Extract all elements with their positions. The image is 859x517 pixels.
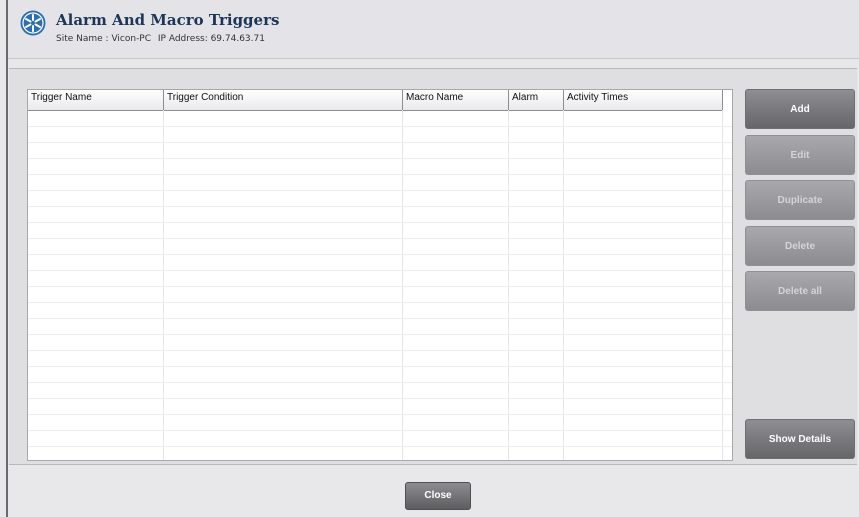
show-details-button[interactable]: Show Details bbox=[745, 419, 855, 459]
table-row bbox=[28, 287, 732, 303]
column-header-alarm[interactable]: Alarm bbox=[509, 90, 564, 110]
table-row bbox=[28, 367, 732, 383]
table-row bbox=[28, 447, 732, 460]
table-row bbox=[28, 111, 732, 127]
site-name-label: Site Name : Vicon-PC bbox=[56, 34, 152, 44]
table-row bbox=[28, 335, 732, 351]
table-row bbox=[28, 207, 732, 223]
table-row bbox=[28, 223, 732, 239]
edit-button[interactable]: Edit bbox=[745, 135, 855, 175]
table-row bbox=[28, 191, 732, 207]
table-row bbox=[28, 175, 732, 191]
column-header-activity-times[interactable]: Activity Times bbox=[564, 90, 723, 110]
table-row bbox=[28, 351, 732, 367]
duplicate-button[interactable]: Duplicate bbox=[745, 180, 855, 220]
delete-button[interactable]: Delete bbox=[745, 226, 855, 266]
dialog-header: Alarm And Macro Triggers Site Name : Vic… bbox=[8, 0, 859, 59]
window-left-border bbox=[6, 0, 8, 517]
table-row bbox=[28, 383, 732, 399]
table-row bbox=[28, 159, 732, 175]
delete-all-button[interactable]: Delete all bbox=[745, 271, 855, 311]
table-header: Trigger Name Trigger Condition Macro Nam… bbox=[28, 90, 723, 111]
column-header-trigger-name[interactable]: Trigger Name bbox=[28, 90, 164, 110]
table-row bbox=[28, 431, 732, 447]
add-button[interactable]: Add bbox=[745, 89, 855, 129]
vicon-logo-icon bbox=[20, 10, 46, 36]
table-row bbox=[28, 127, 732, 143]
close-button[interactable]: Close bbox=[405, 482, 471, 510]
table-row bbox=[28, 319, 732, 335]
column-header-trigger-condition[interactable]: Trigger Condition bbox=[164, 90, 403, 110]
content-panel: Trigger Name Trigger Condition Macro Nam… bbox=[9, 68, 857, 465]
table-row bbox=[28, 239, 732, 255]
triggers-table[interactable]: Trigger Name Trigger Condition Macro Nam… bbox=[27, 89, 733, 461]
table-row bbox=[28, 303, 732, 319]
table-row bbox=[28, 255, 732, 271]
page-title: Alarm And Macro Triggers bbox=[56, 11, 280, 29]
site-info: Site Name : Vicon-PC IP Address: 69.74.6… bbox=[56, 34, 269, 44]
column-header-macro-name[interactable]: Macro Name bbox=[403, 90, 509, 110]
table-row bbox=[28, 399, 732, 415]
alarm-macro-triggers-window: Alarm And Macro Triggers Site Name : Vic… bbox=[0, 0, 859, 517]
table-body bbox=[28, 111, 732, 460]
table-row bbox=[28, 143, 732, 159]
ip-address-label: IP Address: 69.74.63.71 bbox=[157, 34, 265, 44]
table-row bbox=[28, 415, 732, 431]
table-row bbox=[28, 271, 732, 287]
